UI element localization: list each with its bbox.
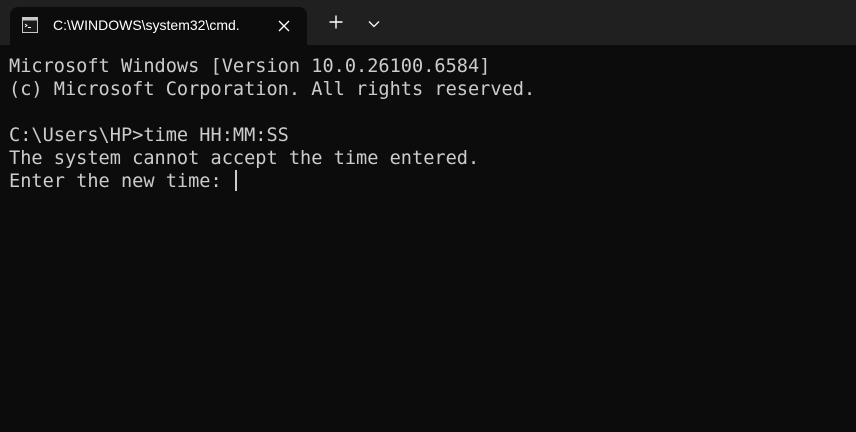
text-cursor — [234, 170, 237, 191]
tab-bar: C:\WINDOWS\system32\cmd. — [0, 0, 856, 45]
console-line: C:\Users\HP>time HH:MM:SS — [9, 125, 289, 146]
console-prompt-line[interactable]: Enter the new time: — [9, 170, 856, 193]
close-icon[interactable] — [274, 16, 294, 36]
tab-dropdown-button[interactable] — [360, 10, 388, 38]
terminal-window: C:\WINDOWS\system32\cmd. Microsoft Windo… — [0, 0, 856, 432]
new-tab-button[interactable] — [322, 10, 350, 38]
console-line: The system cannot accept the time entere… — [9, 148, 480, 169]
tab-title: C:\WINDOWS\system32\cmd. — [53, 17, 240, 33]
prompt-text: Enter the new time: — [9, 171, 233, 192]
chevron-down-icon — [368, 15, 380, 33]
console-line: Microsoft Windows [Version 10.0.26100.65… — [9, 56, 491, 77]
console-output[interactable]: Microsoft Windows [Version 10.0.26100.65… — [9, 55, 856, 193]
console-line: (c) Microsoft Corporation. All rights re… — [9, 79, 536, 100]
plus-icon — [329, 15, 343, 34]
tab-cmd[interactable]: C:\WINDOWS\system32\cmd. — [10, 7, 307, 45]
cmd-icon — [22, 17, 38, 33]
